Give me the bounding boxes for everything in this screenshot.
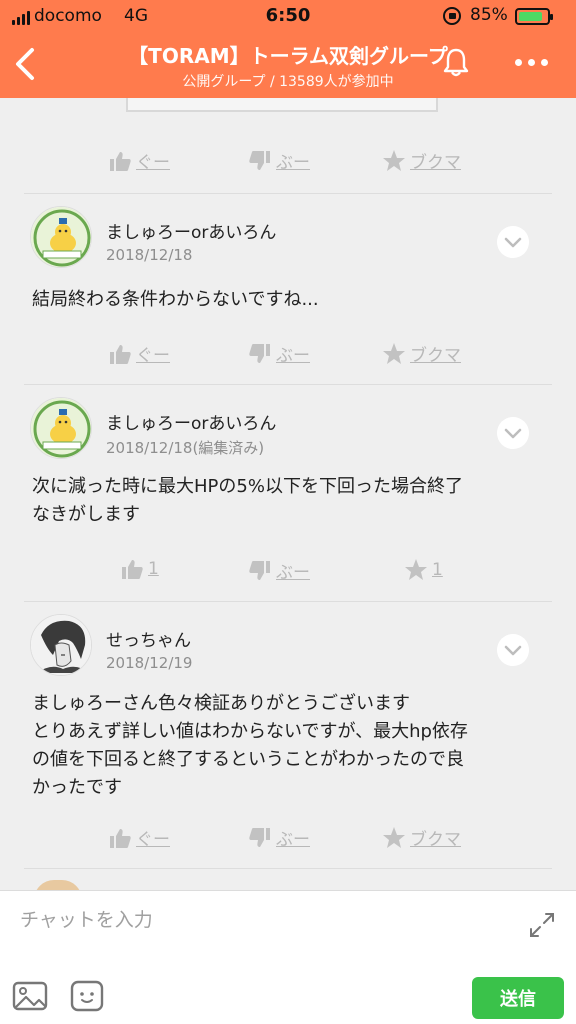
bookmark-button[interactable]: ブクマ [382, 148, 461, 173]
good-button[interactable]: ぐー [108, 825, 170, 850]
good-count: 1 [148, 559, 159, 579]
more-menu-icon[interactable] [515, 52, 555, 72]
post-divider [24, 868, 552, 869]
thumbs-up-icon [110, 828, 131, 848]
chevron-down-icon[interactable] [497, 634, 529, 666]
bookmark-button[interactable]: 1 [404, 558, 443, 582]
boo-button[interactable]: ぶー [248, 341, 310, 366]
star-icon [383, 826, 405, 848]
post-date: 2018/12/19 [106, 654, 193, 672]
avatar[interactable] [30, 206, 92, 268]
chat-timeline[interactable]: ぐー ぶー ブクマ ましゅろーorあいろん 2018/12/18 結局終わる条件… [0, 98, 576, 890]
post-body: 次に減った時に最大HPの5%以下を下回った場合終了 なきがします [32, 476, 463, 525]
thumbs-up-icon [122, 560, 143, 579]
avatar[interactable] [30, 397, 92, 459]
back-arrow-icon[interactable] [10, 46, 44, 82]
reaction-row: ぐー ぶー ブクマ [0, 148, 576, 178]
post-date: 2018/12/18(編集済み) [106, 439, 265, 457]
sticker-icon[interactable] [70, 980, 104, 1012]
chevron-down-icon[interactable] [497, 417, 529, 449]
image-picker-icon[interactable] [12, 981, 48, 1011]
thumbs-up-icon [110, 344, 131, 364]
bookmark-button[interactable]: ブクマ [382, 825, 461, 850]
good-label: ぐー [136, 346, 170, 366]
star-icon [383, 342, 405, 364]
boo-label: ぶー [276, 346, 310, 366]
bell-icon[interactable] [440, 46, 472, 78]
bookmark-count: 1 [432, 560, 443, 580]
thumbs-down-icon [249, 560, 270, 580]
good-label: ぐー [136, 830, 170, 850]
bookmark-label: ブクマ [410, 153, 461, 173]
boo-button[interactable]: ぶー [248, 148, 310, 173]
boo-label: ぶー [276, 153, 310, 173]
boo-button[interactable]: ぶー [248, 558, 310, 583]
thumbs-down-icon [249, 827, 270, 847]
thumbs-up-icon [110, 151, 131, 171]
post-divider [24, 601, 552, 602]
thumbs-down-icon [249, 150, 270, 170]
star-icon [405, 559, 427, 580]
sketch-portrait-avatar-image [31, 615, 91, 675]
good-button[interactable]: 1 [120, 558, 159, 580]
thumbs-down-icon [249, 343, 270, 363]
boo-label: ぶー [276, 830, 310, 850]
send-button[interactable]: 送信 [472, 977, 564, 1019]
chat-input[interactable]: チャットを入力 [20, 905, 153, 932]
post-divider [24, 384, 552, 385]
post-author[interactable]: ましゅろーorあいろん [106, 409, 276, 434]
reaction-row: ぐー ぶー ブクマ [0, 825, 576, 855]
post-date: 2018/12/18 [106, 246, 193, 264]
bookmark-label: ブクマ [410, 346, 461, 366]
post-divider [24, 193, 552, 194]
reaction-row: 1 ぶー 1 [0, 558, 576, 588]
bookmark-button[interactable]: ブクマ [382, 341, 461, 366]
expand-icon[interactable] [528, 911, 556, 939]
bookmark-label: ブクマ [410, 830, 461, 850]
next-post-avatar-partial [34, 880, 82, 890]
post-author[interactable]: ましゅろーorあいろん [106, 218, 276, 243]
good-button[interactable]: ぐー [108, 341, 170, 366]
mascot-avatar-image [31, 398, 91, 458]
previous-post-image[interactable] [126, 98, 438, 112]
good-label: ぐー [136, 153, 170, 173]
boo-label: ぶー [276, 563, 310, 583]
chevron-down-icon[interactable] [497, 226, 529, 258]
post-body: 結局終わる条件わからないですね... [32, 289, 319, 310]
avatar[interactable] [30, 614, 92, 676]
good-button[interactable]: ぐー [108, 148, 170, 173]
status-bar: docomo 4G 6:50 85% [0, 0, 576, 34]
rotation-lock-icon [443, 7, 461, 25]
reaction-row: ぐー ぶー ブクマ [0, 341, 576, 371]
chat-composer: チャットを入力 送信 [0, 890, 576, 1024]
battery-icon [515, 8, 553, 25]
post-body: ましゅろーさん色々検証ありがとうございます とりあえず詳しい値はわからないですが… [32, 693, 468, 798]
boo-button[interactable]: ぶー [248, 825, 310, 850]
post-author[interactable]: せっちゃん [106, 626, 191, 651]
mascot-avatar-image [31, 207, 91, 267]
battery-percent: 85% [470, 5, 508, 25]
app-header: docomo 4G 6:50 85% 【TORAM】トーラム双剣グループ 公開グ… [0, 0, 576, 98]
star-icon [383, 149, 405, 171]
